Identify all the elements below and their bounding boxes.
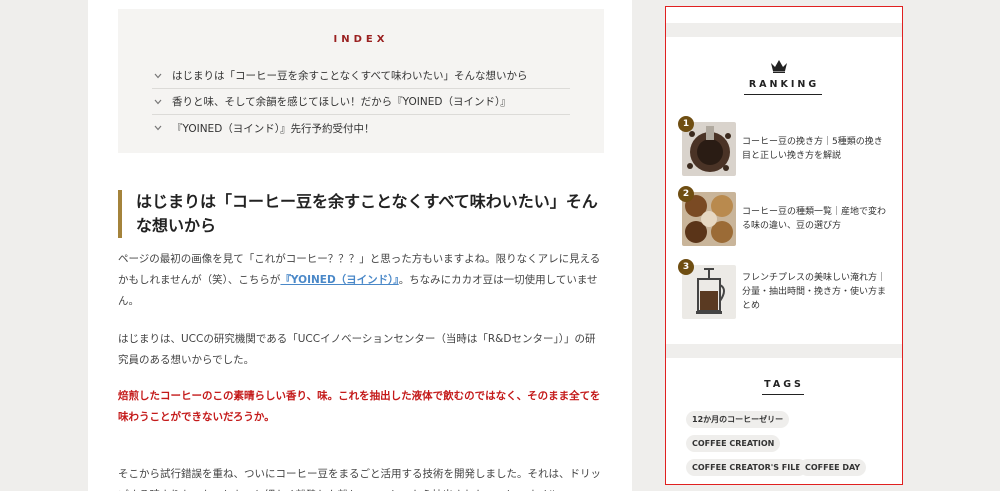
- ranking-title: コーヒー豆の種類一覧｜産地で変わる味の違い、豆の選び方: [742, 207, 887, 231]
- paragraph: ページの最初の画像を見て「これがコーヒー？？？」と思った方もいますよね。限りなく…: [118, 249, 604, 312]
- chevron-down-icon: [152, 73, 164, 79]
- chevron-down-icon: [152, 99, 164, 105]
- tag-chip[interactable]: COFFEE CREATOR'S FILE: [686, 459, 807, 476]
- tag-chip[interactable]: COFFEE CREATION: [686, 435, 781, 452]
- toc-item-label: はじまりは「コーヒー豆を余すことなくすべて味わいたい」そんな想いから: [172, 70, 528, 82]
- toc-item[interactable]: 香りと味、そして余韻を感じてほしい！だから『YOINED（ヨインド）』: [152, 89, 570, 115]
- tag-chip[interactable]: 12か月のコーヒーゼリー: [686, 411, 790, 428]
- sidebar-divider: [666, 344, 902, 358]
- rank-badge: 1: [678, 116, 694, 132]
- section-heading: はじまりは「コーヒー豆を余すことなくすべて味わいたい」そんな想いから: [118, 190, 604, 238]
- ranking-item[interactable]: 1 コーヒー豆の挽き方｜5種類の挽き目と正しい挽き方を解説: [678, 116, 892, 176]
- ranking-title: コーヒー豆の挽き方｜5種類の挽き目と正しい挽き方を解説: [742, 137, 883, 161]
- sidebar: RANKING 1 コーヒー豆の挽き方｜5種類の挽き目と正しい挽き方を解説 2: [665, 6, 903, 485]
- ranking-item[interactable]: 2 コーヒー豆の種類一覧｜産地で変わる味の違い、豆の選び方: [678, 186, 892, 246]
- article-column: INDEX はじまりは「コーヒー豆を余すことなくすべて味わいたい」そんな想いから…: [88, 0, 632, 491]
- toc-item-label: 『YOINED（ヨインド）』先行予約受付中！: [172, 122, 375, 135]
- paragraph: そこから試行錯誤を重ね、ついにコーヒー豆をまるごと活用する技術を開発しました。そ…: [118, 468, 601, 491]
- ranking-item[interactable]: 3 フレンチプレスの美味しい淹れ方｜分量・抽出時間・挽き方・使い方まとめ: [678, 259, 892, 319]
- rank-badge: 2: [678, 186, 694, 202]
- heading-underline: [762, 394, 804, 395]
- chevron-down-icon: [152, 125, 164, 131]
- crown-icon: [771, 60, 787, 73]
- rank-badge: 3: [678, 259, 694, 275]
- yoined-link[interactable]: 『YOINED（ヨインド）』: [280, 274, 398, 286]
- heading-underline: [744, 94, 822, 95]
- highlighted-paragraph: 焙煎したコーヒーのこの素晴らしい香り、味。これを抽出した液体で飲むのではなく、そ…: [118, 390, 601, 423]
- table-of-contents: INDEX はじまりは「コーヒー豆を余すことなくすべて味わいたい」そんな想いから…: [118, 9, 604, 153]
- ranking-title: フレンチプレスの美味しい淹れ方｜分量・抽出時間・挽き方・使い方まとめ: [742, 273, 887, 311]
- toc-item-label: 香りと味、そして余韻を感じてほしい！だから『YOINED（ヨインド）』: [172, 96, 511, 108]
- toc-item[interactable]: 『YOINED（ヨインド）』先行予約受付中！: [152, 115, 570, 141]
- tag-chip[interactable]: COFFEE DAY: [799, 459, 867, 476]
- toc-item[interactable]: はじまりは「コーヒー豆を余すことなくすべて味わいたい」そんな想いから: [152, 63, 570, 89]
- toc-title: INDEX: [333, 34, 389, 45]
- tags-heading: TAGS: [764, 379, 804, 390]
- sidebar-divider: [666, 23, 902, 37]
- ranking-heading: RANKING: [748, 79, 820, 90]
- paragraph: はじまりは、UCCの研究機関である「UCCイノベーションセンター（当時は「R&D…: [118, 333, 596, 366]
